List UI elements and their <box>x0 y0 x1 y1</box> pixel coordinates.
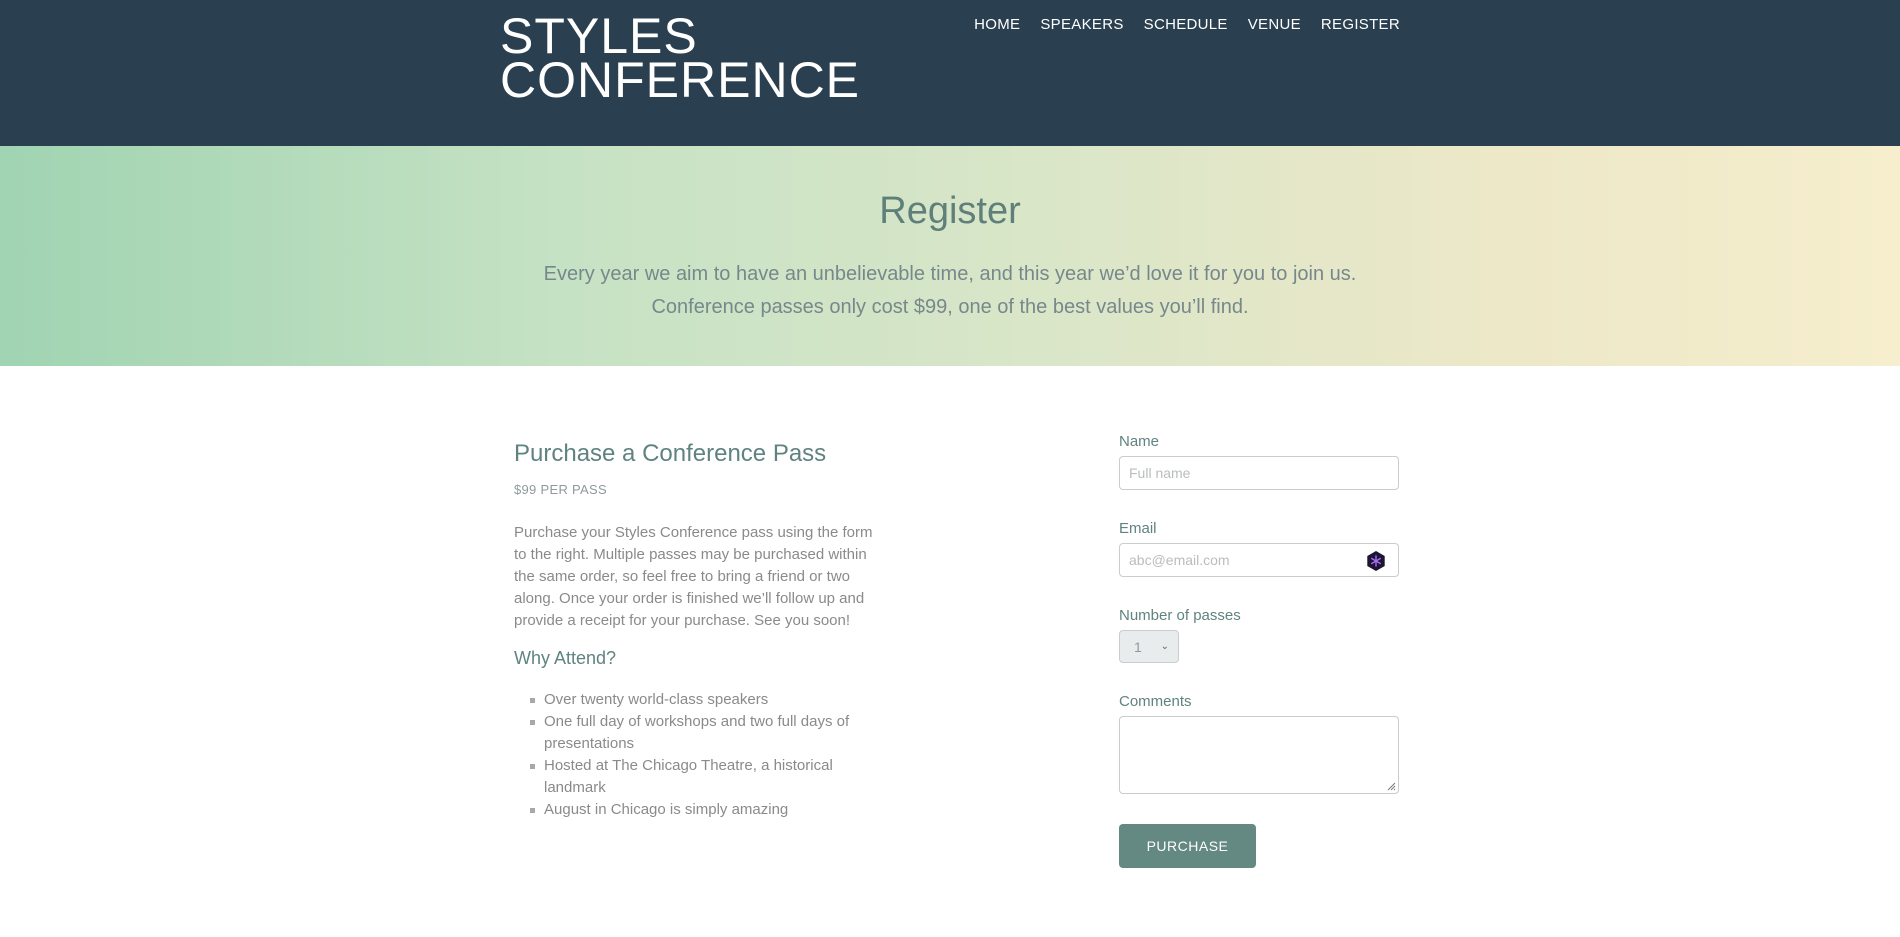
why-attend-title: Why Attend? <box>514 648 617 668</box>
pass-price: $99 PER PASS <box>514 482 607 497</box>
nav-home[interactable]: HOME <box>974 16 1020 33</box>
hero-subtitle-line-2: Conference passes only cost $99, one of … <box>651 296 1249 318</box>
passes-label: Number of passes <box>1119 607 1241 624</box>
list-item-text: presentations <box>544 735 635 752</box>
primary-nav: HOME SPEAKERS SCHEDULE VENUE REGISTER <box>974 16 1400 33</box>
registration-form: Name Full name Email abc@email.com Numbe… <box>1119 433 1399 868</box>
site-logo[interactable]: STYLES CONFERENCE <box>500 11 861 108</box>
why-attend-list: Over twenty world-class speakers One ful… <box>514 689 884 821</box>
hero-subtitle: Every year we aim to have an unbelievabl… <box>0 258 1900 324</box>
list-item: One full day of workshops and two full d… <box>530 711 884 755</box>
passes-select[interactable]: 1 ⌄ <box>1119 630 1179 663</box>
pass-description: Purchase your Styles Conference pass usi… <box>514 522 884 632</box>
email-input[interactable]: abc@email.com <box>1119 543 1399 577</box>
passes-value: 1 <box>1134 638 1142 655</box>
email-label: Email <box>1119 520 1157 537</box>
list-item-text: Hosted at The Chicago Theatre, a histori… <box>544 757 833 774</box>
hero-banner: Register Every year we aim to have an un… <box>0 146 1900 366</box>
hero-subtitle-line-1: Every year we aim to have an unbelievabl… <box>543 263 1357 285</box>
comments-textarea[interactable] <box>1119 716 1399 794</box>
pass-title: Purchase a Conference Pass <box>514 440 827 467</box>
description-line: to the right. Multiple passes may be pur… <box>514 546 867 563</box>
nav-schedule[interactable]: SCHEDULE <box>1144 16 1228 33</box>
comments-label: Comments <box>1119 693 1192 710</box>
nav-register[interactable]: REGISTER <box>1321 16 1400 33</box>
comments-group: Comments <box>1119 693 1399 794</box>
list-item-text: landmark <box>544 779 606 796</box>
logo-line-2: CONFERENCE <box>500 52 861 108</box>
passes-group: Number of passes 1 ⌄ <box>1119 607 1399 663</box>
description-line: Purchase your Styles Conference pass usi… <box>514 524 873 541</box>
list-item-text: One full day of workshops and two full d… <box>544 713 850 730</box>
name-group: Name Full name <box>1119 433 1399 490</box>
description-line: provide a receipt for your purchase. See… <box>514 612 851 629</box>
site-header: STYLES CONFERENCE HOME SPEAKERS SCHEDULE… <box>0 0 1900 146</box>
list-item-text: Over twenty world-class speakers <box>544 691 769 708</box>
email-group: Email abc@email.com <box>1119 520 1399 577</box>
description-line: along. Once your order is finished we’ll… <box>514 590 865 607</box>
page-title: Register <box>879 190 1021 232</box>
purchase-button[interactable]: PURCHASE <box>1119 824 1256 868</box>
description-line: the same order, so feel free to bring a … <box>514 568 851 585</box>
list-item: Hosted at The Chicago Theatre, a histori… <box>530 755 884 799</box>
name-input[interactable]: Full name <box>1119 456 1399 490</box>
password-manager-icon[interactable] <box>1366 551 1386 571</box>
email-placeholder: abc@email.com <box>1129 552 1230 568</box>
nav-venue[interactable]: VENUE <box>1248 16 1301 33</box>
nav-speakers[interactable]: SPEAKERS <box>1040 16 1123 33</box>
pass-info: Purchase a Conference Pass $99 PER PASS … <box>514 440 884 821</box>
resize-handle-icon[interactable] <box>1386 781 1396 791</box>
list-item: August in Chicago is simply amazing <box>530 799 884 821</box>
list-item-text: August in Chicago is simply amazing <box>544 801 789 818</box>
name-label: Name <box>1119 433 1160 450</box>
list-item: Over twenty world-class speakers <box>530 689 884 711</box>
name-placeholder: Full name <box>1129 465 1191 481</box>
chevron-down-icon: ⌄ <box>1160 641 1169 652</box>
